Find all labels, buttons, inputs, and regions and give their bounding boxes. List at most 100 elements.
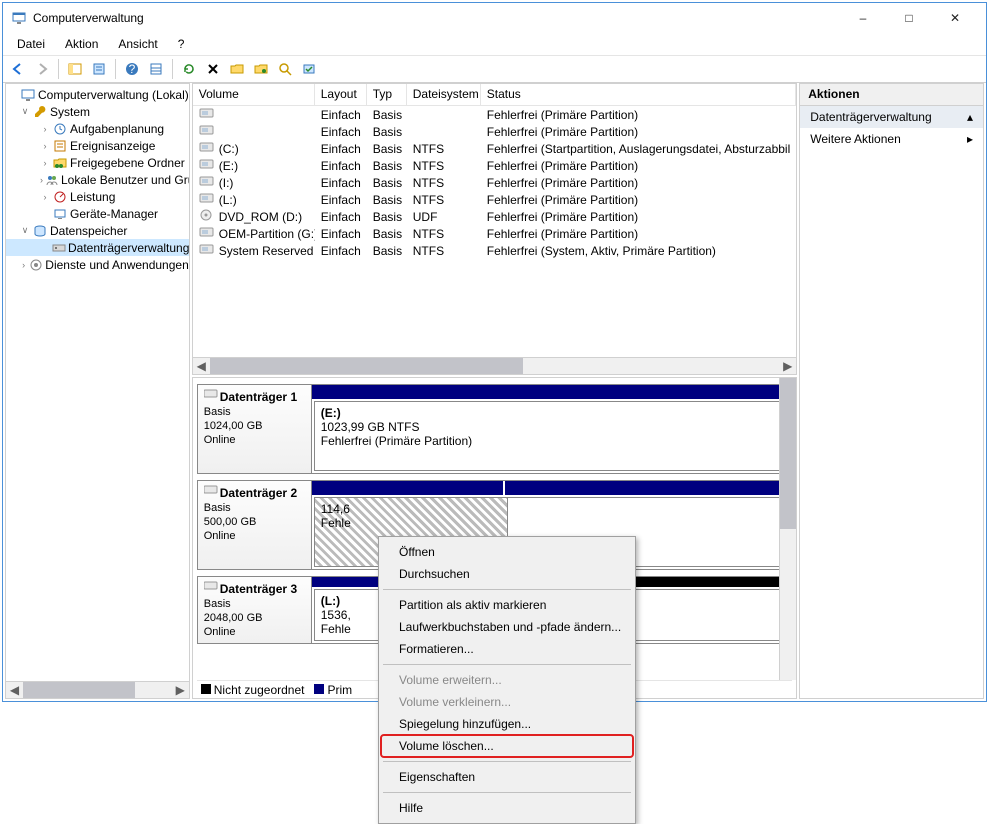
tree-system[interactable]: ∨ System [6,103,189,120]
refresh-button[interactable] [178,58,200,80]
menu-file[interactable]: Datei [9,35,53,53]
submenu-icon: ▸ [967,132,973,146]
show-hide-tree-button[interactable] [64,58,86,80]
col-volume[interactable]: Volume [193,84,315,105]
volume-row[interactable]: (I:)EinfachBasisNTFSFehlerfrei (Primäre … [193,174,797,191]
cm-change-letter[interactable]: Laufwerkbuchstaben und -pfade ändern... [381,616,633,638]
tree-storage[interactable]: ∨ Datenspeicher [6,222,189,239]
tree-shared-folders[interactable]: › Freigegebene Ordner [6,154,189,171]
folder1-button[interactable] [226,58,248,80]
tree-root[interactable]: Computerverwaltung (Lokal) [6,86,189,103]
nav-forward-button[interactable] [31,58,53,80]
disk-volumes: (E:)1023,99 GB NTFSFehlerfrei (Primäre P… [312,385,793,473]
actions-label: Weitere Aktionen [810,132,901,146]
col-layout[interactable]: Layout [315,84,367,105]
cm-open[interactable]: Öffnen [381,541,633,563]
actions-more[interactable]: Weitere Aktionen ▸ [800,128,983,150]
col-type[interactable]: Typ [367,84,407,105]
disk-icon [204,390,220,404]
tree-task-scheduler[interactable]: › Aufgabenplanung [6,120,189,137]
menu-help[interactable]: ? [170,35,193,53]
tree-device-manager[interactable]: Geräte-Manager [6,205,189,222]
tree-horizontal-scrollbar[interactable]: ◀ ▶ [6,681,189,698]
volume-list-horizontal-scrollbar[interactable]: ◀ ▶ [193,357,797,374]
cm-mirror[interactable]: Spiegelung hinzufügen... [381,713,633,735]
tree-root-label: Computerverwaltung (Lokal) [38,88,189,102]
menu-action[interactable]: Aktion [57,35,106,53]
tree-label: System [50,105,90,119]
tree-label: Freigegebene Ordner [70,156,185,170]
tree-label: Ereignisanzeige [70,139,155,153]
toolbar: ? [3,55,986,83]
actions-panel: Aktionen Datenträgerverwaltung ▴ Weitere… [799,83,984,699]
window-title: Computerverwaltung [33,11,840,25]
tree-disk-management[interactable]: Datenträgerverwaltung [6,239,189,256]
event-icon [52,138,68,154]
volume-row[interactable]: System ReservedEinfachBasisNTFSFehlerfre… [193,242,797,259]
drive-icon [199,141,215,153]
title-bar: Computerverwaltung – □ ✕ [3,3,986,33]
actions-diskmgmt[interactable]: Datenträgerverwaltung ▴ [800,106,983,128]
tree-event-viewer[interactable]: › Ereignisanzeige [6,137,189,154]
nav-back-button[interactable] [7,58,29,80]
drive-icon [199,175,215,187]
tree-label: Lokale Benutzer und Gruppen [61,173,189,187]
device-icon [52,206,68,222]
clock-icon [52,121,68,137]
delete-button[interactable] [202,58,224,80]
cm-format[interactable]: Formatieren... [381,638,633,660]
volume-row[interactable]: EinfachBasisFehlerfrei (Primäre Partitio… [193,123,797,140]
action-button[interactable] [298,58,320,80]
tree-label: Aufgabenplanung [70,122,164,136]
tree-label: Datenspeicher [50,224,127,238]
tree-local-users[interactable]: › Lokale Benutzer und Gruppen [6,171,189,188]
minimize-button[interactable]: – [840,3,886,33]
partition[interactable]: (E:)1023,99 GB NTFSFehlerfrei (Primäre P… [315,402,790,470]
perf-icon [52,189,68,205]
tree-performance[interactable]: › Leistung [6,188,189,205]
cm-mark-active[interactable]: Partition als aktiv markieren [381,594,633,616]
services-icon [29,257,43,273]
close-button[interactable]: ✕ [932,3,978,33]
volume-row[interactable]: DVD_ROM (D:)EinfachBasisUDFFehlerfrei (P… [193,208,797,225]
menu-view[interactable]: Ansicht [110,35,165,53]
navigation-tree-panel: Computerverwaltung (Lokal) ∨ System › Au… [5,83,190,699]
wrench-icon [32,104,48,120]
volume-row[interactable]: (L:)EinfachBasisNTFSFehlerfrei (Primäre … [193,191,797,208]
col-status[interactable]: Status [481,84,797,105]
volume-row[interactable]: (E:)EinfachBasisNTFSFehlerfrei (Primäre … [193,157,797,174]
volume-row[interactable]: EinfachBasisFehlerfrei (Primäre Partitio… [193,106,797,123]
volume-context-menu: Öffnen Durchsuchen Partition als aktiv m… [378,536,636,824]
tree-label: Leistung [70,190,115,204]
tree-services[interactable]: › Dienste und Anwendungen [6,256,189,273]
volume-list: Volume Layout Typ Dateisystem Status Ein… [192,83,798,375]
storage-icon [32,223,48,239]
properties-button[interactable] [88,58,110,80]
drive-icon [199,107,215,119]
tree-label: Dienste und Anwendungen [45,258,188,272]
cm-properties[interactable]: Eigenschaften [381,766,633,788]
tree-label: Geräte-Manager [70,207,158,221]
legend-primary: Prim [327,683,352,697]
graphical-vertical-scrollbar[interactable] [779,378,796,680]
volume-row[interactable]: OEM-Partition (G:)EinfachBasisNTFSFehler… [193,225,797,242]
collapse-icon: ▴ [967,110,973,124]
list-button[interactable] [145,58,167,80]
drive-icon [199,124,215,136]
tree-label: Datenträgerverwaltung [68,241,189,255]
maximize-button[interactable]: □ [886,3,932,33]
cm-delete-volume[interactable]: Volume löschen... [381,735,633,757]
computer-icon [20,87,36,103]
drive-icon [199,192,215,204]
volume-row[interactable]: (C:)EinfachBasisNTFSFehlerfrei (Startpar… [193,140,797,157]
folder2-button[interactable] [250,58,272,80]
actions-header: Aktionen [800,84,983,106]
cm-browse[interactable]: Durchsuchen [381,563,633,585]
svg-text:?: ? [129,62,136,76]
find-button[interactable] [274,58,296,80]
col-fs[interactable]: Dateisystem [407,84,481,105]
disk-block: Datenträger 1Basis1024,00 GBOnline(E:)10… [197,384,794,474]
legend-unallocated: Nicht zugeordnet [214,683,305,697]
cm-help[interactable]: Hilfe [381,797,633,819]
help-button[interactable]: ? [121,58,143,80]
